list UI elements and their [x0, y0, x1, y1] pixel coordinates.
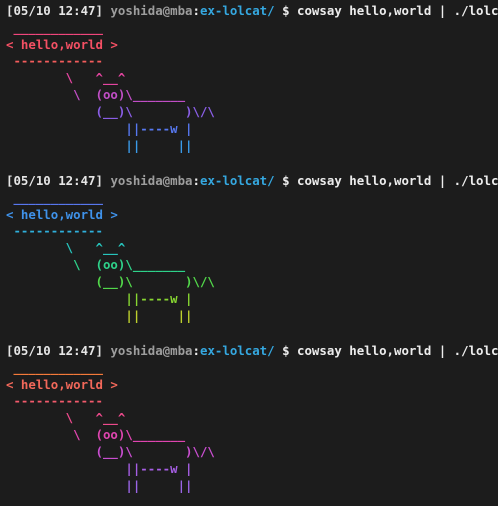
command-text: cowsay hello,world | ./lolcat	[297, 3, 498, 18]
cowsay-speech-text: < hello,world >	[6, 377, 118, 392]
cowsay-bottom-border: ------------	[6, 223, 103, 238]
prompt-symbol: $	[282, 173, 290, 188]
prompt-path: ex-lolcat/	[200, 3, 275, 18]
cowsay-bottom-border: ------------	[6, 393, 103, 408]
prompt-host: mba	[170, 173, 193, 188]
cow-ascii-line: || ||	[6, 308, 193, 323]
prompt-path: ex-lolcat/	[200, 173, 275, 188]
prompt-colon: :	[192, 173, 200, 188]
prompt-host: mba	[170, 343, 193, 358]
prompt-host: mba	[170, 3, 193, 18]
cow-ascii-line: ||----w |	[6, 291, 193, 306]
command-text: cowsay hello,world | ./lolcat	[297, 173, 498, 188]
cow-ascii-line: \ ^__^	[6, 240, 126, 255]
cowsay-speech-text: < hello,world >	[6, 37, 118, 52]
prompt-colon: :	[192, 3, 200, 18]
terminal-window[interactable]: [05/10 12:47] yoshida@mba:ex-lolcat/ $ c…	[0, 0, 498, 506]
cowsay-top-border: ____________	[6, 360, 103, 375]
cow-ascii-line: \ (oo)\_______	[6, 427, 186, 442]
prompt-user: yoshida	[110, 3, 163, 18]
cow-ascii-line: \ ^__^	[6, 410, 126, 425]
cow-ascii-line: \ ^__^	[6, 70, 126, 85]
prompt-user: yoshida	[110, 343, 163, 358]
cow-ascii-line: (__)\ )\/\	[6, 104, 215, 119]
prompt-path: ex-lolcat/	[200, 343, 275, 358]
cow-ascii-line: ||----w |	[6, 461, 193, 476]
cow-ascii-line: || ||	[6, 138, 193, 153]
cow-ascii-line: (__)\ )\/\	[6, 274, 215, 289]
cow-ascii-line: \ (oo)\_______	[6, 87, 186, 102]
prompt-user: yoshida	[110, 173, 163, 188]
cowsay-top-border: ____________	[6, 190, 103, 205]
prompt-timestamp: [05/10 12:47]	[6, 173, 103, 188]
prompt-colon: :	[192, 343, 200, 358]
prompt-timestamp: [05/10 12:47]	[6, 343, 103, 358]
cowsay-bottom-border: ------------	[6, 53, 103, 68]
prompt-symbol: $	[282, 3, 290, 18]
cow-ascii-line: ||----w |	[6, 121, 193, 136]
prompt-symbol: $	[282, 343, 290, 358]
cowsay-speech-text: < hello,world >	[6, 207, 118, 222]
command-text: cowsay hello,world | ./lolcat	[297, 343, 498, 358]
prompt-line-3: [05/10 12:47] yoshida@mba:ex-lolcat/ $ c…	[6, 342, 498, 359]
cow-ascii-line: || ||	[6, 478, 193, 493]
prompt-line-1: [05/10 12:47] yoshida@mba:ex-lolcat/ $ c…	[6, 2, 498, 19]
cowsay-top-border: ____________	[6, 20, 103, 35]
prompt-line-2: [05/10 12:47] yoshida@mba:ex-lolcat/ $ c…	[6, 172, 498, 189]
cow-ascii-line: \ (oo)\_______	[6, 257, 186, 272]
prompt-timestamp: [05/10 12:47]	[6, 3, 103, 18]
cow-ascii-line: (__)\ )\/\	[6, 444, 215, 459]
